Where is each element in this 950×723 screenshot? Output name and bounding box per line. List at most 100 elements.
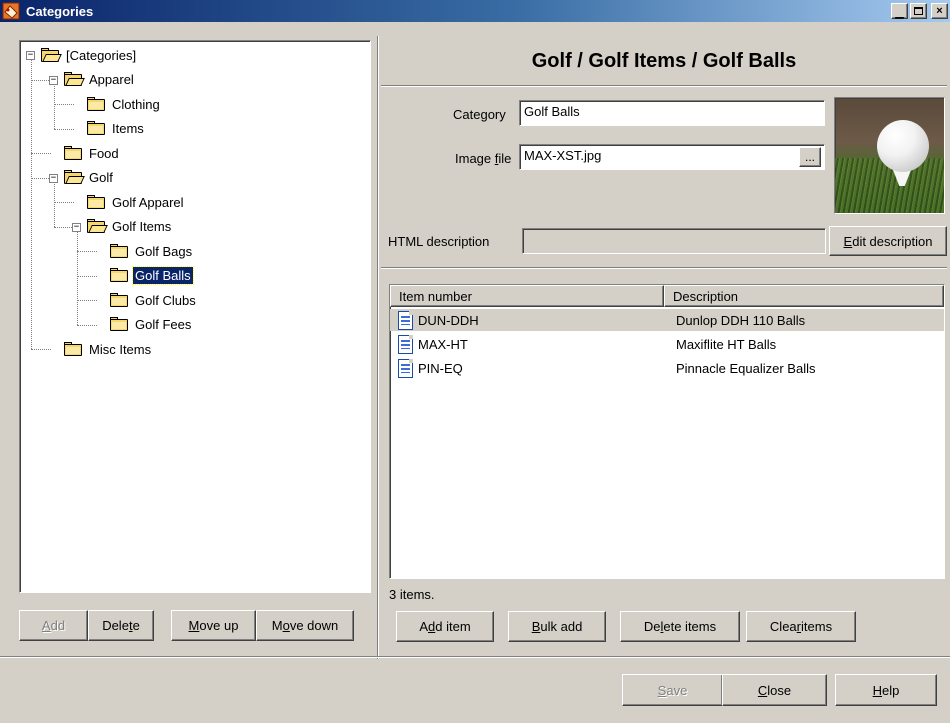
collapse-icon[interactable]: − xyxy=(26,51,35,60)
category-path-title: Golf / Golf Items / Golf Balls xyxy=(531,49,797,72)
folder-icon xyxy=(109,268,129,283)
document-icon xyxy=(398,334,413,354)
tree-connector-line xyxy=(54,226,74,228)
folder-icon xyxy=(86,194,106,210)
photo-golf-ball xyxy=(877,120,929,172)
items-list-header: Item number Description xyxy=(390,285,944,307)
item-number-text: PIN-EQ xyxy=(418,360,463,376)
tree-connector-line xyxy=(31,55,32,349)
tree-item-items[interactable]: Items xyxy=(86,119,146,139)
tree-connector-line xyxy=(54,104,74,105)
tree-connector-line xyxy=(31,79,51,81)
item-description-cell: Maxiflite HT Balls xyxy=(676,336,777,352)
add-item-button[interactable]: Add item xyxy=(396,611,494,642)
folder-open-icon xyxy=(63,72,85,87)
tree-item-label: Apparel xyxy=(89,72,134,87)
tree-item-golf-fees[interactable]: Golf Fees xyxy=(109,315,193,335)
table-row[interactable]: MAX-HT Maxiflite HT Balls xyxy=(390,333,944,355)
collapse-icon[interactable]: − xyxy=(49,75,58,85)
tree-item-label: Golf Clubs xyxy=(135,292,196,308)
delete-category-button[interactable]: Dele t e xyxy=(88,610,154,641)
folder-open-icon xyxy=(63,170,85,185)
pane-divider[interactable] xyxy=(377,36,379,659)
close-window-button[interactable]: × xyxy=(931,3,948,19)
folder-open-icon xyxy=(40,47,62,63)
tree-connector-line xyxy=(31,153,51,154)
minimize-icon: ▁ xyxy=(895,6,904,19)
tree-item-golf-balls[interactable]: Golf Balls xyxy=(109,266,194,286)
category-label: Category xyxy=(453,107,506,122)
tree-item-label: Golf Bags xyxy=(135,243,193,259)
move-down-button[interactable]: Mo ve down xyxy=(256,610,354,641)
tree-item-misc-items[interactable]: Misc Items xyxy=(63,339,153,359)
tree-item-golf-bags[interactable]: Golf Bags xyxy=(109,241,194,261)
table-row[interactable]: DUN-DDH Dunlop DDH 110 Balls xyxy=(390,309,944,331)
tree-connector-line xyxy=(54,202,74,203)
collapse-icon[interactable]: − xyxy=(49,173,58,183)
help-button[interactable]: Help xyxy=(835,674,937,706)
html-description-label: HTML description xyxy=(388,234,490,249)
maximize-icon xyxy=(914,7,923,15)
items-list[interactable]: Item number Description DUN-DDH Dunlop DD… xyxy=(389,284,945,579)
column-header-description[interactable]: Description xyxy=(664,285,944,307)
image-file-label: Image file xyxy=(455,151,512,166)
tree-item-golf[interactable]: Golf xyxy=(63,168,115,188)
folder-icon xyxy=(63,341,83,357)
tree-item-label: Food xyxy=(89,145,119,161)
folder-icon xyxy=(86,121,106,136)
add-category-button[interactable]: Add xyxy=(19,610,88,641)
close-button[interactable]: Close xyxy=(722,674,827,706)
tree-item-clothing[interactable]: Clothing xyxy=(86,94,162,114)
column-header-item-number[interactable]: Item number xyxy=(390,285,664,307)
window-title: Categories xyxy=(26,3,94,19)
delete-items-button[interactable]: De l ete items xyxy=(620,611,740,642)
folder-open-icon xyxy=(86,219,108,234)
tree-connector-line xyxy=(77,324,97,326)
tree-item-categories[interactable]: [Categories] xyxy=(40,45,138,65)
browse-image-button[interactable]: ... xyxy=(799,147,821,167)
edit-description-button[interactable]: Edit description xyxy=(829,226,947,256)
collapse-icon[interactable]: − xyxy=(72,222,81,232)
tree-item-food[interactable]: Food xyxy=(63,143,121,163)
tree-item-label: Golf Balls xyxy=(132,266,194,285)
header-separator xyxy=(381,85,947,87)
tree-item-golf-clubs[interactable]: Golf Clubs xyxy=(109,290,198,310)
tree-item-label: Golf Items xyxy=(112,219,172,234)
bulk-add-button[interactable]: Bulk add xyxy=(508,611,606,642)
tree-connector-line xyxy=(77,300,97,301)
tree-item-apparel[interactable]: Apparel xyxy=(63,70,136,90)
item-number-cell: PIN-EQ xyxy=(390,358,664,378)
tree-item-golf-apparel[interactable]: Golf Apparel xyxy=(86,192,186,212)
category-tree[interactable]: − [Categories] − Apparel Clothing Items Food − G… xyxy=(19,40,371,593)
save-button[interactable]: Save xyxy=(622,674,723,706)
folder-icon xyxy=(109,243,129,259)
item-number-cell: MAX-HT xyxy=(390,334,664,354)
document-icon xyxy=(398,358,413,378)
maximize-button[interactable] xyxy=(910,3,927,19)
title-bar[interactable]: Categories ▁ × xyxy=(0,0,950,22)
tree-item-golf-items[interactable]: Golf Items xyxy=(86,217,173,237)
folder-icon xyxy=(109,292,129,308)
tree-item-label: Clothing xyxy=(112,96,160,112)
folder-icon xyxy=(109,317,129,332)
tree-connector-line xyxy=(77,251,97,252)
close-icon: × xyxy=(936,4,943,17)
item-number-cell: DUN-DDH xyxy=(390,310,664,330)
item-number-text: MAX-HT xyxy=(418,336,468,352)
tree-item-label: Golf Fees xyxy=(135,317,192,332)
table-row[interactable]: PIN-EQ Pinnacle Equalizer Balls xyxy=(390,357,944,379)
move-up-button[interactable]: Move up xyxy=(171,610,256,641)
item-description-cell: Pinnacle Equalizer Balls xyxy=(676,360,816,376)
category-name-input[interactable]: Golf Balls xyxy=(519,100,825,126)
tree-item-label: [Categories] xyxy=(66,47,137,63)
image-file-input[interactable]: MAX-XST.jpg xyxy=(519,144,825,170)
tree-connector-line xyxy=(77,275,97,277)
document-icon xyxy=(398,310,413,330)
tree-item-label: Misc Items xyxy=(89,341,152,357)
item-description-cell: Dunlop DDH 110 Balls xyxy=(676,312,806,328)
tree-connector-line xyxy=(31,177,51,179)
clear-items-button[interactable]: Clea r items xyxy=(746,611,856,642)
html-description-input xyxy=(522,228,826,254)
item-number-text: DUN-DDH xyxy=(418,312,479,328)
minimize-button[interactable]: ▁ xyxy=(891,3,908,19)
